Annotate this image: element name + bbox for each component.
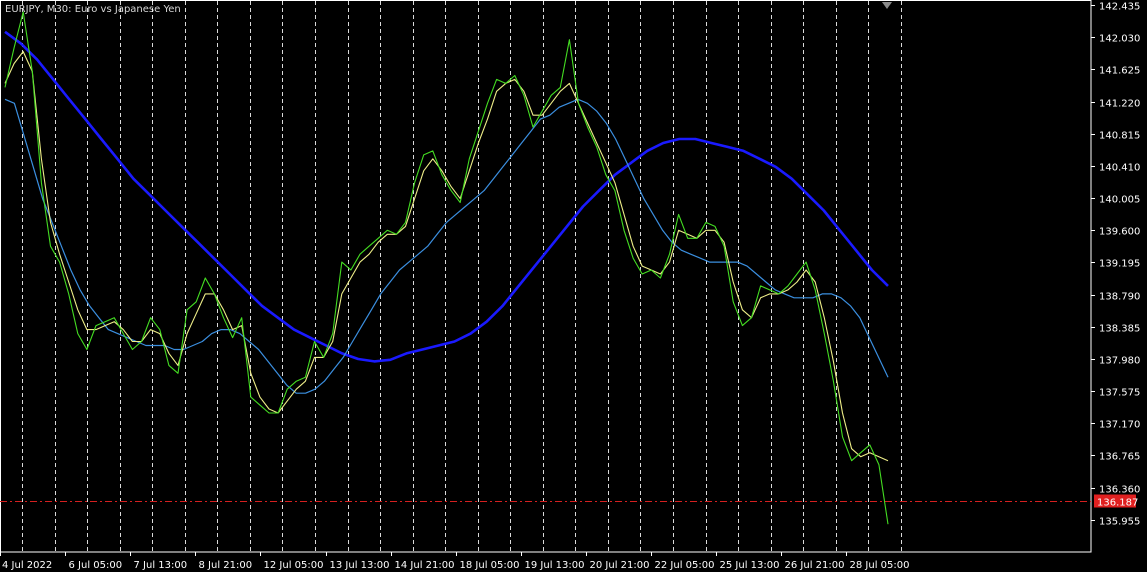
y-tick-label: 140.005 [1099, 195, 1140, 206]
y-tick-label: 142.435 [1099, 2, 1140, 13]
y-tick-label: 141.625 [1099, 66, 1140, 77]
x-tick-label: 4 Jul 2022 [2, 560, 52, 571]
y-tick-label: 135.955 [1099, 517, 1140, 528]
x-tick-label: 25 Jul 13:00 [720, 560, 780, 571]
x-tick-label: 26 Jul 21:00 [785, 560, 845, 571]
y-tick-label: 141.220 [1099, 99, 1140, 110]
current-price-label: 136.187 [1097, 498, 1138, 509]
y-tick-label: 142.030 [1099, 34, 1140, 45]
price-chart[interactable]: 142.435 142.030 141.625 141.220 140.815 140.4… [0, 0, 1147, 572]
y-tick-label: 136.360 [1099, 485, 1140, 496]
x-tick-label: 13 Jul 13:00 [330, 560, 390, 571]
y-tick-label: 139.600 [1099, 227, 1140, 238]
y-tick-label: 140.815 [1099, 131, 1140, 142]
price-line [4, 11, 889, 525]
y-tick-label: 137.170 [1099, 420, 1140, 431]
ma-medium-line [4, 98, 889, 394]
x-tick-label: 14 Jul 21:00 [395, 560, 455, 571]
x-tick-label: 28 Jul 05:00 [850, 560, 910, 571]
y-tick-label: 139.195 [1099, 259, 1140, 270]
x-tick-label: 12 Jul 05:00 [264, 560, 324, 571]
x-tick-label: 20 Jul 21:00 [590, 560, 650, 571]
x-tick-label: 6 Jul 05:00 [69, 560, 123, 571]
x-tick-label: 22 Jul 05:00 [655, 560, 715, 571]
x-tick-label: 7 Jul 13:00 [134, 560, 188, 571]
x-tick-label: 18 Jul 05:00 [460, 560, 520, 571]
ma-slow-line [4, 30, 889, 363]
chart-shift-marker-icon [882, 2, 892, 9]
x-tick-label: 19 Jul 13:00 [525, 560, 585, 571]
plot-border [0, 0, 1092, 553]
y-tick-label: 137.980 [1099, 356, 1140, 367]
y-tick-label: 138.790 [1099, 292, 1140, 303]
y-tick-label: 136.765 [1099, 452, 1140, 463]
y-tick-label: 140.410 [1099, 163, 1140, 174]
ma-fast-line [4, 51, 889, 462]
y-tick-label: 138.385 [1099, 324, 1140, 335]
y-tick-label: 137.575 [1099, 388, 1140, 399]
x-tick-label: 8 Jul 21:00 [199, 560, 253, 571]
